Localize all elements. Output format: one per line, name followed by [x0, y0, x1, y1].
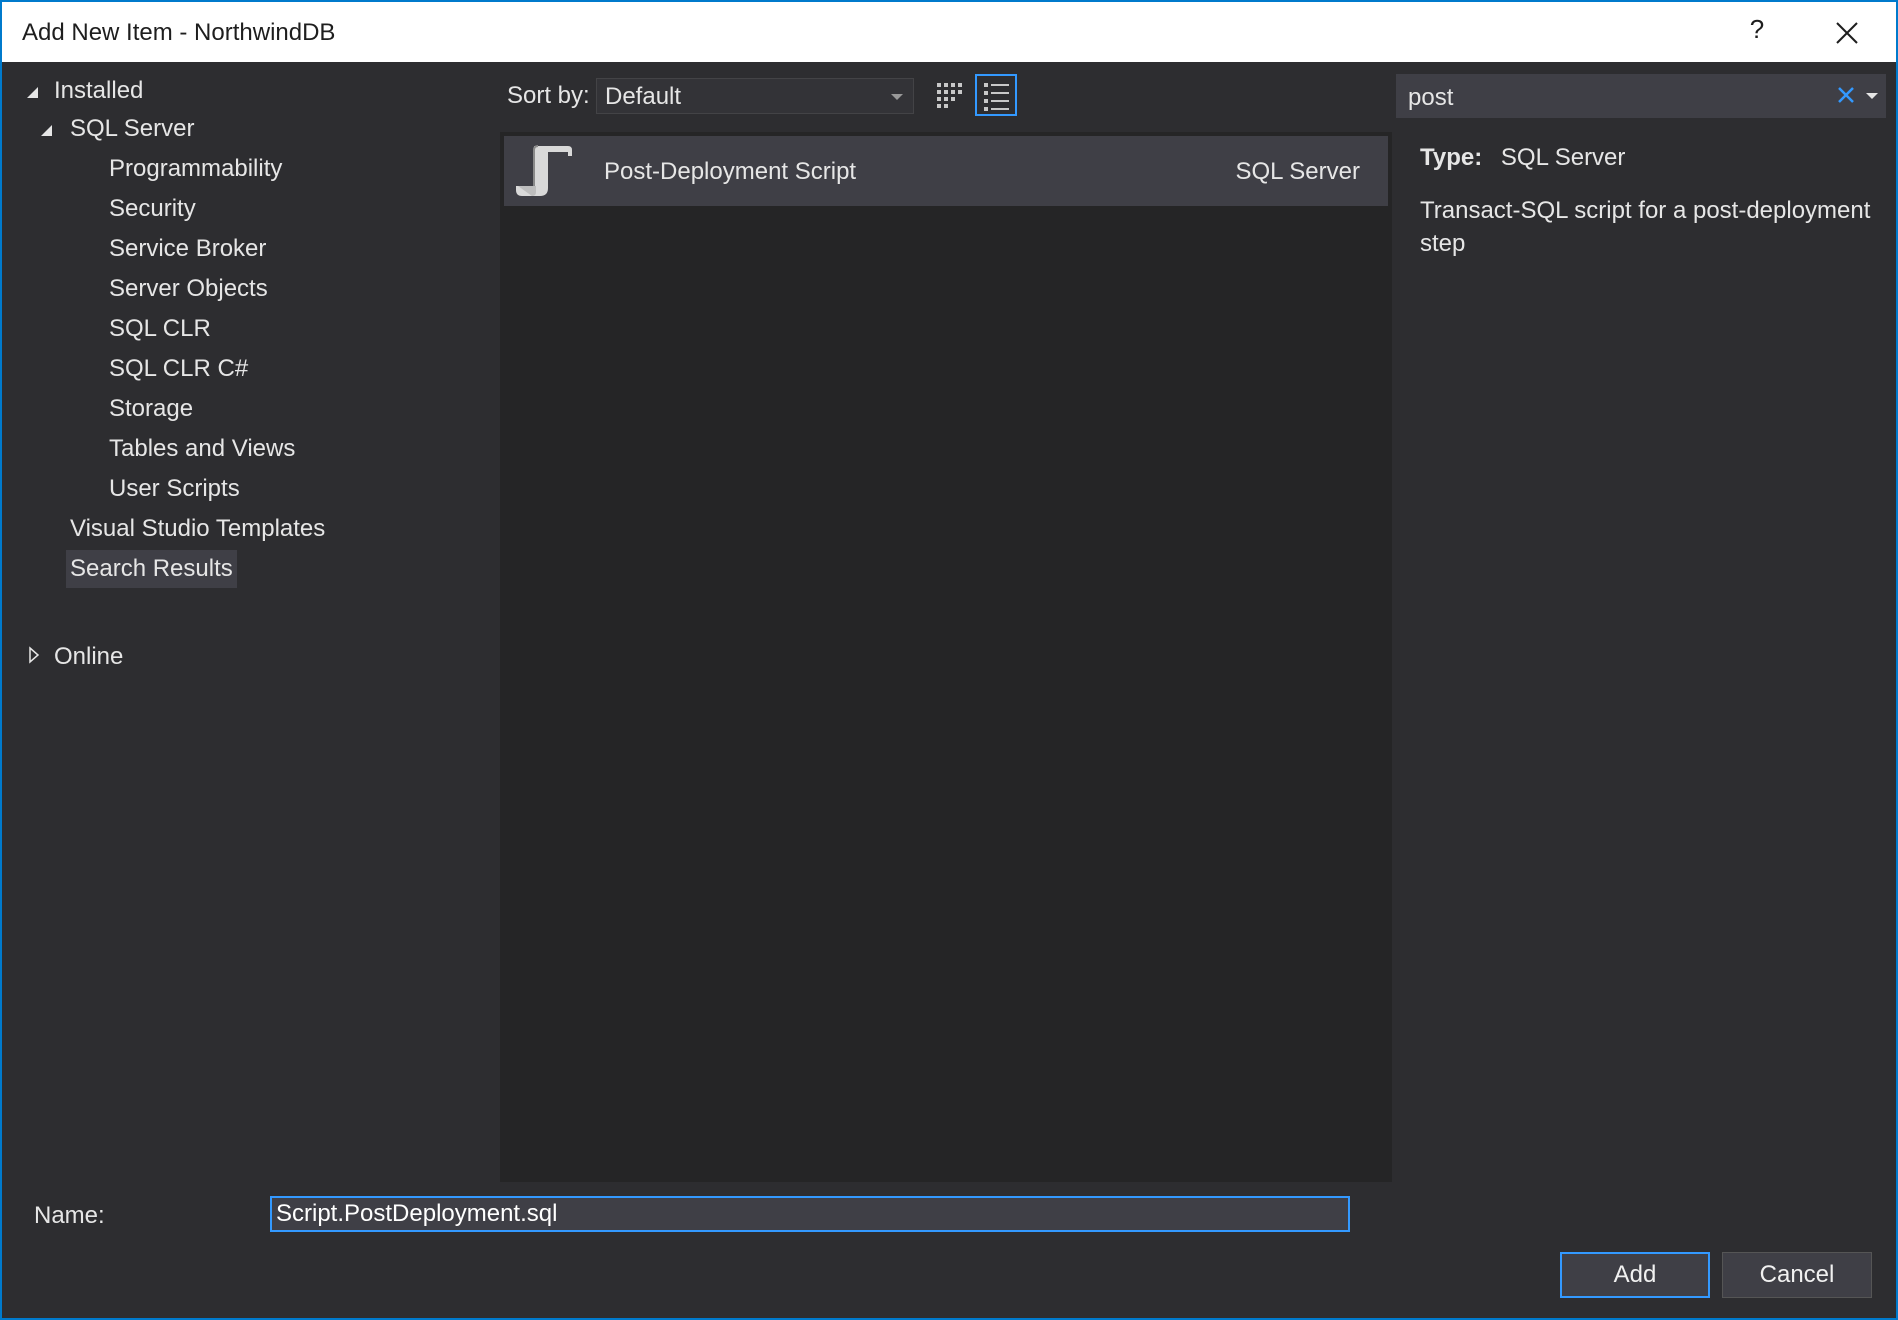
name-field[interactable] [270, 1196, 1350, 1232]
small-icons-view-icon [937, 83, 962, 108]
item-category: SQL Server [1235, 158, 1361, 185]
sort-dropdown[interactable]: Default [596, 78, 914, 114]
tree-item-server-objects[interactable]: Server Objects [109, 270, 268, 308]
help-button[interactable]: ? [1742, 14, 1772, 45]
tree-item-storage[interactable]: Storage [109, 390, 193, 428]
tree-item-search-results[interactable]: Search Results [66, 550, 237, 588]
search-options-icon[interactable] [1866, 93, 1878, 99]
tree-item-security[interactable]: Security [109, 190, 196, 228]
list-item[interactable]: Post-Deployment Script SQL Server [504, 136, 1388, 206]
tree-item-sql-clr-csharp[interactable]: SQL CLR C# [109, 350, 248, 388]
item-description: Transact-SQL script for a post-deploymen… [1420, 197, 1871, 257]
tree-item-installed[interactable]: Installed [54, 72, 143, 110]
title-bar: Add New Item - NorthwindDB ? [2, 2, 1896, 62]
name-label: Name: [34, 1202, 105, 1229]
sort-label: Sort by: [507, 82, 590, 109]
tree-item-sql-clr[interactable]: SQL CLR [109, 310, 211, 348]
tree-item-user-scripts[interactable]: User Scripts [109, 470, 240, 508]
clear-search-icon[interactable] [1836, 85, 1856, 105]
sql-script-icon [516, 145, 572, 196]
close-icon[interactable] [1832, 18, 1862, 48]
collapse-icon[interactable] [40, 124, 54, 138]
add-button[interactable]: Add [1560, 1252, 1710, 1298]
template-tree: Installed SQL Server Programmability Sec… [22, 72, 482, 1182]
template-list: Post-Deployment Script SQL Server [500, 132, 1392, 1182]
type-line: Type: SQL Server [1420, 144, 1890, 172]
details-pane: Type: SQL Server Transact-SQL script for… [1420, 144, 1890, 260]
list-view-button[interactable] [975, 74, 1017, 116]
list-view-icon [984, 83, 1009, 111]
tree-item-tables-and-views[interactable]: Tables and Views [109, 430, 295, 468]
tree-item-vs-templates[interactable]: Visual Studio Templates [70, 510, 325, 548]
chevron-down-icon [891, 94, 903, 100]
search-input[interactable]: post [1408, 84, 1453, 112]
type-value: SQL Server [1500, 144, 1626, 171]
window-title: Add New Item - NorthwindDB [22, 19, 336, 46]
search-box[interactable]: post [1396, 74, 1886, 118]
tree-item-sql-server[interactable]: SQL Server [70, 110, 195, 148]
tree-item-online[interactable]: Online [54, 638, 123, 676]
type-label: Type: [1420, 144, 1483, 171]
small-icons-view-button[interactable] [928, 74, 970, 116]
collapse-icon[interactable] [26, 86, 40, 100]
tree-item-programmability[interactable]: Programmability [109, 150, 282, 188]
tree-item-service-broker[interactable]: Service Broker [109, 230, 266, 268]
cancel-button[interactable]: Cancel [1722, 1252, 1872, 1298]
item-name: Post-Deployment Script [604, 158, 857, 185]
sort-value: Default [605, 83, 682, 110]
add-new-item-dialog: Add New Item - NorthwindDB ? Installed S… [0, 0, 1898, 1320]
expand-icon[interactable] [28, 646, 40, 664]
